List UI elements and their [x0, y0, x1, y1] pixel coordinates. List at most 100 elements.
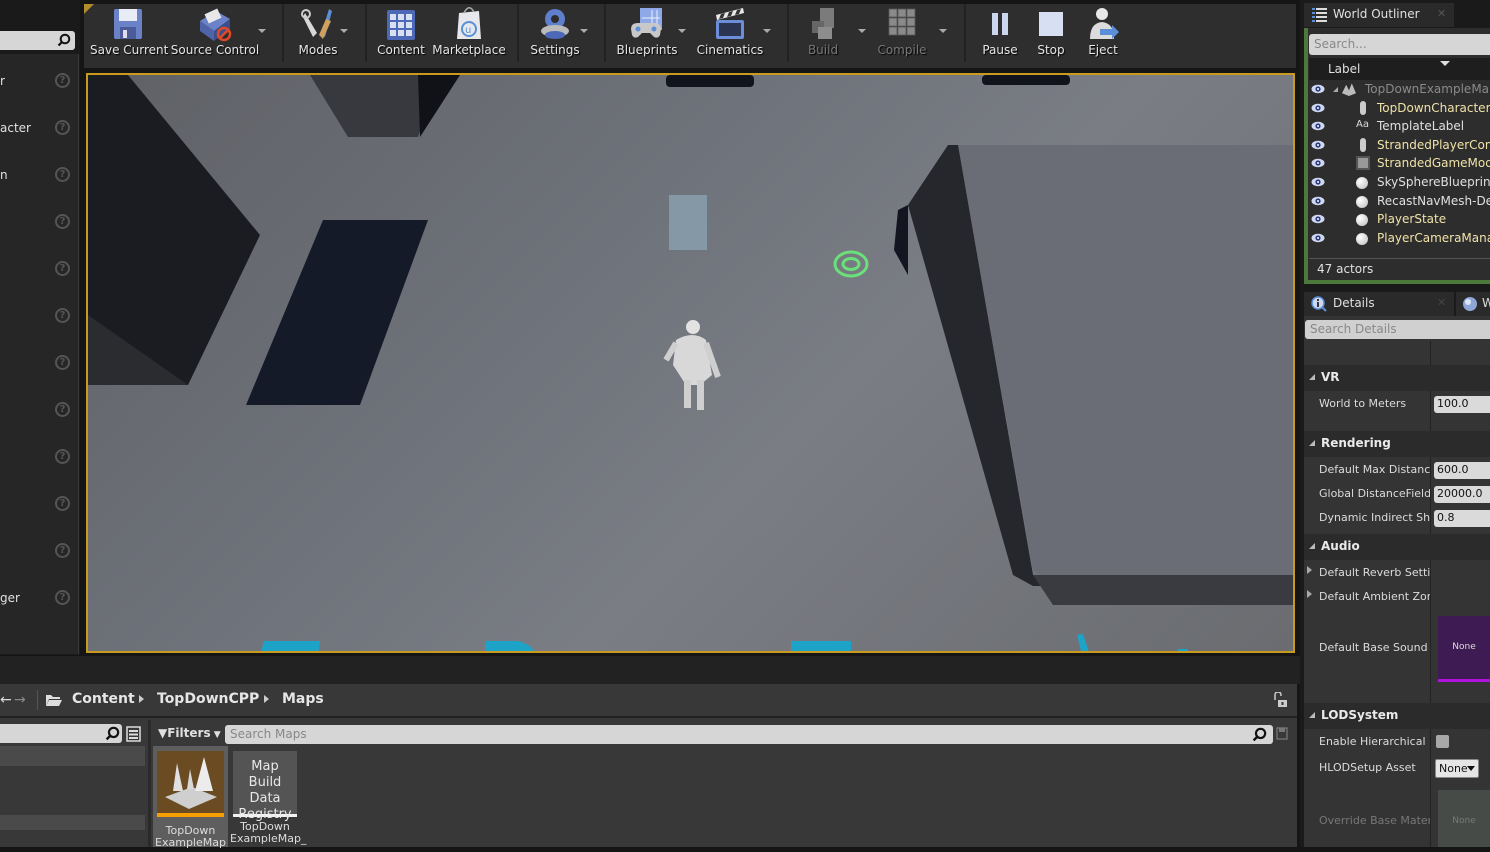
help-icon[interactable]: ? [55, 167, 70, 182]
prop-default-reverb-settings[interactable]: Default Reverb Settings [1319, 566, 1430, 579]
help-icon[interactable]: ? [55, 120, 70, 135]
asset-map-build-data-registry[interactable]: Map Build Data Registry TopDown ExampleM… [230, 750, 306, 847]
enable-hlod-checkbox[interactable] [1436, 735, 1449, 748]
stop-button[interactable]: Stop [1031, 0, 1071, 64]
help-icon[interactable]: ? [55, 261, 70, 276]
outliner-search-input[interactable]: Search... [1309, 34, 1490, 55]
placeable-actor-item[interactable]: ? [0, 495, 79, 515]
placeable-actor-item[interactable]: ? [0, 213, 79, 233]
save-search-icon[interactable] [1276, 727, 1288, 740]
compile-dropdown-arrow[interactable] [939, 29, 947, 33]
save-current-button[interactable]: Save Current [90, 0, 168, 64]
global-distancefield-field[interactable]: 20000.0 [1434, 486, 1490, 503]
dynamic-indirect-shadows-field[interactable]: 0.8 [1434, 510, 1490, 527]
visibility-eye-icon[interactable] [1311, 233, 1325, 243]
expand-arrow-icon[interactable] [1307, 590, 1312, 598]
filters-button[interactable]: ▼Filters ▼ [158, 726, 221, 740]
settings-dropdown-arrow[interactable] [580, 29, 588, 33]
cinematics-dropdown-arrow[interactable] [763, 29, 771, 33]
placeable-actor-item[interactable]: r? [0, 72, 79, 92]
default-max-distancefield-field[interactable]: 600.0 [1434, 462, 1490, 479]
blueprints-dropdown-arrow[interactable] [678, 29, 686, 33]
category-lodsystem[interactable]: LODSystem [1304, 703, 1490, 729]
visibility-eye-icon[interactable] [1311, 84, 1325, 94]
help-icon[interactable]: ? [55, 496, 70, 511]
help-icon[interactable]: ? [55, 543, 70, 558]
outliner-row[interactable]: Aa TemplateLabel [1309, 118, 1490, 136]
visibility-eye-icon[interactable] [1311, 103, 1325, 113]
compile-button[interactable]: Compile [874, 0, 930, 64]
pause-button[interactable]: Pause [980, 0, 1020, 64]
placeable-actor-item[interactable]: n? [0, 166, 79, 186]
forward-arrow-icon[interactable]: → [14, 692, 26, 708]
visibility-eye-icon[interactable] [1311, 121, 1325, 131]
outliner-row[interactable]: StrandedGameMode [1309, 155, 1490, 173]
cinematics-button[interactable]: Cinematics [696, 0, 764, 64]
content-button[interactable]: Content [376, 0, 426, 64]
outliner-row[interactable]: SkySphereBlueprint [1309, 174, 1490, 192]
outliner-row[interactable]: PlayerCameraManager [1309, 230, 1490, 248]
folder-tree-row[interactable] [0, 815, 145, 830]
help-icon[interactable]: ? [55, 355, 70, 370]
breadcrumb-topdowncpp[interactable]: TopDownCPP [157, 691, 259, 707]
help-icon[interactable]: ? [55, 402, 70, 417]
outliner-row[interactable]: RecastNavMesh-Default [1309, 193, 1490, 211]
marketplace-button[interactable]: u Marketplace [432, 0, 506, 64]
help-icon[interactable]: ? [55, 214, 70, 229]
search-maps-input[interactable]: Search Maps [225, 725, 1273, 744]
visibility-eye-icon[interactable] [1311, 214, 1325, 224]
placeable-actor-item[interactable]: acter? [0, 119, 79, 139]
hlod-setup-asset-dropdown[interactable]: None [1435, 759, 1479, 778]
placeable-actor-item[interactable]: ? [0, 260, 79, 280]
sound-mix-asset-thumbnail[interactable]: None [1438, 616, 1490, 682]
modes-dropdown-arrow[interactable] [340, 29, 348, 33]
collapse-triangle-icon[interactable] [1333, 87, 1338, 92]
placeable-actor-item[interactable]: ? [0, 354, 79, 374]
blueprints-button[interactable]: Blueprints [614, 0, 680, 64]
build-dropdown-arrow[interactable] [858, 29, 866, 33]
prop-default-ambient-zone[interactable]: Default Ambient Zone Settings [1319, 590, 1430, 603]
folder-search-input[interactable] [0, 724, 122, 743]
visibility-eye-icon[interactable] [1311, 158, 1325, 168]
placeable-actor-item[interactable]: ? [0, 448, 79, 468]
modes-search-input[interactable] [0, 31, 75, 50]
visibility-eye-icon[interactable] [1311, 196, 1325, 206]
tab-world-settings[interactable]: W [1456, 292, 1490, 316]
tab-world-outliner[interactable]: World Outliner ✕ [1304, 3, 1454, 27]
modes-button[interactable]: Modes [292, 0, 344, 64]
breadcrumb-content[interactable]: Content [72, 691, 135, 707]
placeable-actor-item[interactable]: ? [0, 401, 79, 421]
outliner-row[interactable]: TopDownExampleMap [1309, 81, 1490, 99]
placeable-actor-item[interactable]: ? [0, 307, 79, 327]
settings-button[interactable]: Settings [528, 0, 582, 64]
details-column-splitter[interactable] [1430, 341, 1431, 847]
tab-details[interactable]: Details ✕ [1304, 292, 1454, 316]
content-browser-splitter[interactable] [148, 720, 151, 847]
placeable-actor-item[interactable]: ? [0, 542, 79, 562]
outliner-row[interactable]: StrandedPlayerController [1309, 137, 1490, 155]
close-tab-icon[interactable]: ✕ [1437, 296, 1446, 309]
details-search-input[interactable]: Search Details [1305, 320, 1490, 339]
override-material-asset-thumbnail[interactable]: None [1438, 790, 1490, 847]
visibility-eye-icon[interactable] [1311, 140, 1325, 150]
asset-topdown-example-map[interactable]: TopDown ExampleMap [153, 746, 228, 849]
expand-arrow-icon[interactable] [1307, 566, 1312, 574]
build-button[interactable]: Build [798, 0, 848, 64]
folder-tree-row[interactable] [0, 746, 145, 766]
source-control-dropdown-arrow[interactable] [258, 29, 266, 33]
placeable-actor-item[interactable]: ger? [0, 589, 79, 609]
breadcrumb-chevron-icon[interactable] [139, 695, 144, 703]
help-icon[interactable]: ? [55, 73, 70, 88]
back-arrow-icon[interactable]: ← [0, 692, 12, 708]
breadcrumb-chevron-icon[interactable] [264, 695, 269, 703]
category-vr[interactable]: VR [1304, 365, 1490, 391]
category-rendering[interactable]: Rendering [1304, 431, 1490, 457]
view-options-icon[interactable] [126, 726, 141, 742]
help-icon[interactable]: ? [55, 308, 70, 323]
eject-button[interactable]: Eject [1082, 0, 1124, 64]
help-icon[interactable]: ? [55, 449, 70, 464]
lock-icon[interactable] [1273, 692, 1287, 708]
visibility-eye-icon[interactable] [1311, 177, 1325, 187]
close-tab-icon[interactable]: ✕ [1437, 7, 1446, 20]
world-to-meters-field[interactable]: 100.0 [1434, 396, 1490, 413]
